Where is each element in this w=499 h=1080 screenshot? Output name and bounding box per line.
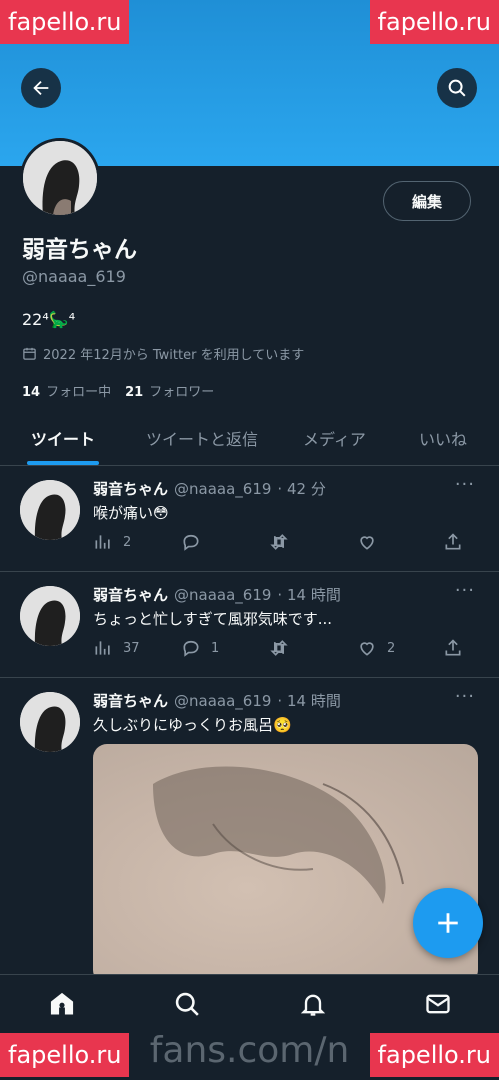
share-icon — [445, 533, 461, 550]
retweet-button[interactable] — [269, 638, 299, 658]
reply-button[interactable]: 1 — [181, 638, 219, 658]
compose-button[interactable] — [413, 888, 483, 958]
tweet-time: · 42 分 — [277, 480, 326, 498]
calendar-icon — [23, 347, 36, 360]
watermark-bottom-left: fapello.ru — [0, 1033, 130, 1077]
search-button[interactable] — [437, 68, 477, 108]
views-button[interactable]: 2 — [93, 532, 131, 552]
joined-date: 2022 年12月から Twitter を利用しています — [22, 344, 304, 363]
retweet-icon — [270, 534, 288, 550]
bar-chart-icon — [95, 641, 110, 655]
more-icon[interactable]: ··· — [455, 580, 475, 601]
views-count: 37 — [123, 640, 140, 656]
tweet-time: · 14 時間 — [277, 692, 341, 710]
edit-profile-button[interactable]: 編集 — [383, 181, 471, 221]
follow-stats: 14 フォロー中 21 フォロワー — [22, 381, 214, 400]
tweet-photo[interactable] — [93, 744, 478, 984]
nav-notifications[interactable] — [298, 989, 328, 1019]
reply-count: 1 — [211, 640, 220, 656]
bell-icon — [300, 994, 326, 1016]
tab-likes[interactable]: いいね — [419, 426, 467, 450]
tab-tweets-and-replies[interactable]: ツイートと返信 — [146, 426, 258, 450]
followers-label: フォロワー — [149, 385, 215, 400]
tweet-author-name[interactable]: 弱音ちゃん — [93, 586, 168, 604]
share-button[interactable] — [443, 638, 463, 658]
tweet-header: 弱音ちゃん @naaaa_619 · 14 時間 — [93, 690, 341, 711]
tweet-text: 久しぶりにゆっくりお風呂🥺 — [93, 716, 292, 734]
tweet-author-handle: @naaaa_619 — [174, 480, 272, 498]
views-count: 2 — [123, 534, 132, 550]
like-button[interactable]: 2 — [357, 638, 395, 658]
mail-icon — [426, 994, 450, 1014]
tweet-header: 弱音ちゃん @naaaa_619 · 42 分 — [93, 478, 326, 499]
retweet-icon — [270, 640, 288, 656]
watermark-top-left: fapello.ru — [0, 0, 130, 44]
tweet-actions: 37 1 2 — [93, 638, 473, 660]
back-button[interactable] — [21, 68, 61, 108]
following-label: フォロー中 — [46, 385, 112, 400]
plus-icon — [438, 913, 458, 933]
following-count: 14 — [22, 385, 41, 400]
tweet-text: ちょっと忙しすぎて風邪気味です... — [93, 610, 333, 628]
reply-icon — [183, 534, 199, 551]
watermark-bottom-right: fapello.ru — [369, 1033, 499, 1077]
tab-tweets[interactable]: ツイート — [31, 426, 95, 450]
profile-avatar[interactable] — [20, 138, 100, 218]
retweet-button[interactable] — [269, 532, 299, 552]
joined-text: 2022 年12月から Twitter を利用しています — [43, 348, 305, 363]
share-button[interactable] — [443, 532, 463, 552]
tweet-actions: 2 — [93, 532, 473, 554]
reply-icon — [183, 640, 199, 657]
like-count: 2 — [387, 640, 396, 656]
tweet-text: 喉が痛い😳 — [93, 504, 169, 522]
search-icon — [175, 992, 199, 1016]
more-icon[interactable]: ··· — [455, 686, 475, 707]
avatar[interactable] — [20, 692, 80, 752]
profile-tabs: ツイート ツイートと返信 メディア いいね — [0, 414, 499, 466]
avatar[interactable] — [20, 586, 80, 646]
profile-handle: @naaaa_619 — [22, 267, 126, 286]
watermark-top-right: fapello.ru — [369, 0, 499, 44]
nav-explore[interactable] — [172, 989, 202, 1019]
arrow-left-icon — [33, 80, 49, 96]
profile-bio: 22⁴🦕⁴ — [22, 310, 76, 329]
tab-media[interactable]: メディア — [303, 426, 366, 450]
tweet[interactable]: 弱音ちゃん @naaaa_619 · 42 分 ··· 喉が痛い😳 2 — [0, 466, 499, 572]
tweet-author-handle: @naaaa_619 — [174, 586, 272, 604]
nav-home[interactable] — [47, 989, 77, 1019]
heart-icon — [360, 536, 374, 550]
nav-messages[interactable] — [423, 989, 453, 1019]
tweet-time: · 14 時間 — [277, 586, 341, 604]
share-icon — [445, 639, 461, 656]
tweet-header: 弱音ちゃん @naaaa_619 · 14 時間 — [93, 584, 341, 605]
following-link[interactable]: 14 フォロー中 — [22, 381, 111, 400]
like-button[interactable] — [357, 532, 387, 552]
home-icon — [50, 992, 74, 1015]
heart-icon — [360, 642, 374, 656]
followers-count: 21 — [125, 385, 144, 400]
tweet[interactable]: 弱音ちゃん @naaaa_619 · 14 時間 ··· ちょっと忙しすぎて風邪気味… — [0, 572, 499, 678]
tweet-author-handle: @naaaa_619 — [174, 692, 272, 710]
search-icon — [448, 79, 466, 97]
views-button[interactable]: 37 — [93, 638, 140, 658]
tweet-author-name[interactable]: 弱音ちゃん — [93, 480, 168, 498]
active-tab-indicator — [27, 461, 99, 465]
avatar[interactable] — [20, 480, 80, 540]
reply-button[interactable] — [181, 532, 211, 552]
bar-chart-icon — [95, 535, 110, 549]
tweet-author-name[interactable]: 弱音ちゃん — [93, 692, 168, 710]
display-name: 弱音ちゃん — [22, 237, 137, 263]
followers-link[interactable]: 21 フォロワー — [125, 381, 214, 400]
more-icon[interactable]: ··· — [455, 474, 475, 495]
